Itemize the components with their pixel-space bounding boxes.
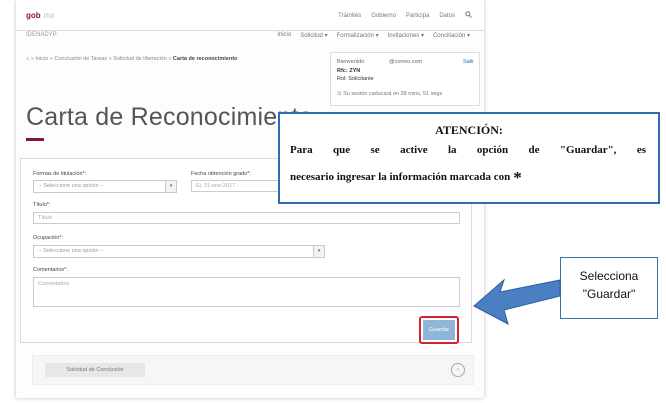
session-email: @correo.com <box>389 59 423 65</box>
main-menu: Inicio Solicitud ▾ Formalización ▾ Invit… <box>277 32 470 39</box>
link-datos[interactable]: Datos <box>439 13 455 19</box>
titulo-label: Título*: <box>33 202 51 208</box>
logo[interactable]: gob mx <box>26 11 54 20</box>
agency-name: IDENADYP <box>26 32 57 38</box>
top-links: Trámites Gobierno Participa Datos <box>338 11 472 20</box>
titulo-input[interactable]: Título <box>33 212 460 224</box>
comentarios-label: Comentarios*: <box>33 267 68 273</box>
menu-solicitud[interactable]: Solicitud ▾ <box>300 32 327 39</box>
logo-suffix: mx <box>43 11 55 20</box>
page-title: Carta de Reconocimiento <box>26 103 313 131</box>
ocupacion-value: -- Seleccione una opción -- <box>38 248 104 254</box>
select-callout-line-1: Selecciona <box>579 269 639 283</box>
footer-panel: Solicitud de Conclusión › <box>32 355 474 385</box>
breadcrumb-current: Carta de reconocimiento <box>172 56 238 62</box>
comentarios-textarea[interactable]: Comentarios <box>33 277 460 307</box>
fecha-input[interactable]: Ej. 31-ene-2017 <box>191 180 281 192</box>
select-callout-line-2: "Guardar" <box>582 287 636 301</box>
logo-text: gob <box>26 11 41 20</box>
fecha-label: Fecha obtención grado*: <box>191 171 251 177</box>
callout-title: ATENCIÓN: <box>435 123 503 137</box>
title-underline <box>26 138 44 141</box>
asterisk-mark: * <box>513 168 522 187</box>
titulacion-select[interactable]: -- Seleccione una opción -- ▾ <box>33 180 177 193</box>
titulacion-label: Formas de titulación*: <box>33 171 87 177</box>
session-box: Bienvenido @correo.com Salir Rfc: ZYN Ro… <box>330 52 480 106</box>
callout-line-2: necesario ingresar la información marcad… <box>290 168 522 188</box>
breadcrumb: ⌂ » Inicio » Conclusión de Tareas » Soli… <box>26 56 237 62</box>
link-gobierno[interactable]: Gobierno <box>371 13 396 19</box>
breadcrumb-path[interactable]: ⌂ » Inicio » Conclusión de Tareas » Soli… <box>26 56 173 62</box>
menu-inicio[interactable]: Inicio <box>277 32 291 39</box>
session-rfc: Rfc: ZYN <box>337 68 361 74</box>
top-bar: gob mx Trámites Gobierno Participa Datos <box>16 0 484 31</box>
session-role: Rol: Solicitante <box>337 76 374 82</box>
save-highlight <box>419 316 459 344</box>
link-participa[interactable]: Participa <box>406 13 429 19</box>
ocupacion-label: Ocupación*: <box>33 235 63 241</box>
chevron-down-icon: ▾ <box>313 246 324 257</box>
callout-line-1: Para que se active la opción de "Guardar… <box>290 144 646 156</box>
titulo-placeholder: Título <box>38 215 52 221</box>
select-save-callout: Selecciona "Guardar" <box>560 257 658 319</box>
fecha-placeholder: Ej. 31-ene-2017 <box>196 183 236 189</box>
menu-formalizacion[interactable]: Formalización ▾ <box>337 32 379 39</box>
ocupacion-select[interactable]: -- Seleccione una opción -- ▾ <box>33 245 325 258</box>
logout-link[interactable]: Salir <box>463 59 474 65</box>
menu-invitaciones[interactable]: Invitaciones ▾ <box>388 32 424 39</box>
search-icon[interactable] <box>465 11 472 20</box>
comentarios-placeholder: Comentarios <box>38 281 70 287</box>
session-expiry: ⊙ Su sesión caducará en 28 mins, 51 segs <box>337 91 443 97</box>
pointer-arrow-icon <box>473 278 561 325</box>
titulacion-value: -- Seleccione una opción -- <box>38 183 104 189</box>
callout-line-2-text: necesario ingresar la información marcad… <box>290 171 511 183</box>
chevron-circle-icon[interactable]: › <box>451 363 465 377</box>
solicitud-conclusion-button[interactable]: Solicitud de Conclusión <box>45 363 145 377</box>
session-label: Bienvenido <box>337 59 365 65</box>
chevron-down-icon: ▾ <box>165 181 176 192</box>
link-tramites[interactable]: Trámites <box>338 13 361 19</box>
attention-callout: ATENCIÓN: Para que se active la opción d… <box>278 112 660 204</box>
menu-conclusion[interactable]: Conciliación ▾ <box>433 32 470 39</box>
